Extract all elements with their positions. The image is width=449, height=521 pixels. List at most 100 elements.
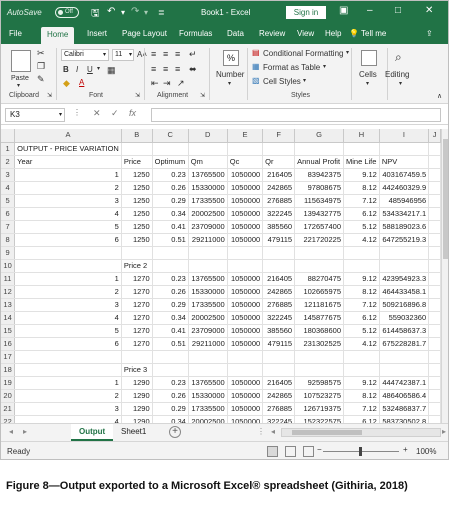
cell[interactable]: 0.23 <box>152 272 189 286</box>
cell[interactable]: 9.12 <box>343 272 380 286</box>
cell[interactable] <box>152 246 189 260</box>
cell[interactable]: 3 <box>14 298 122 312</box>
cells-icon[interactable] <box>361 50 377 66</box>
maximize-icon[interactable]: □ <box>395 5 401 16</box>
cell[interactable] <box>428 181 441 195</box>
borders-icon[interactable]: ▦ <box>107 65 116 76</box>
cell[interactable]: 444742387.1 <box>379 376 430 390</box>
cell[interactable]: 17335500 <box>188 194 228 208</box>
row-header[interactable]: 10 <box>1 259 16 273</box>
cell[interactable]: 0.23 <box>152 376 189 390</box>
align-right-icon[interactable]: ≡ <box>175 64 180 74</box>
cell[interactable]: 403167459.5 <box>379 168 430 182</box>
page-layout-view-icon[interactable] <box>285 446 296 457</box>
close-icon[interactable]: ✕ <box>425 5 433 16</box>
cell[interactable]: 1050000 <box>227 207 264 221</box>
cell[interactable] <box>428 220 441 234</box>
cell[interactable]: 7.12 <box>343 194 380 208</box>
cell[interactable]: 6 <box>14 233 122 247</box>
row-header[interactable]: 13 <box>1 298 16 312</box>
cell[interactable]: 8.12 <box>343 389 380 403</box>
conditional-formatting-button[interactable]: Conditional Formatting <box>263 49 343 58</box>
cell[interactable]: 97808675 <box>294 181 344 195</box>
row-header[interactable]: 7 <box>1 220 16 234</box>
chevron-down-icon[interactable]: ▾ <box>303 77 306 84</box>
cell[interactable]: 1250 <box>121 168 153 182</box>
cell[interactable]: 1250 <box>121 181 153 195</box>
cell[interactable]: 1250 <box>121 220 153 234</box>
cell[interactable]: Optimum <box>152 155 189 169</box>
cell[interactable]: 216405 <box>262 272 296 286</box>
cell[interactable] <box>294 363 344 377</box>
cell[interactable]: 588189023.6 <box>379 220 430 234</box>
bold-icon[interactable]: B <box>63 65 69 74</box>
cell[interactable]: 0.34 <box>152 207 189 221</box>
cell[interactable]: NPV <box>379 155 430 169</box>
cell[interactable]: 17335500 <box>188 298 228 312</box>
cell[interactable] <box>227 142 264 156</box>
cell[interactable]: 1050000 <box>227 324 264 338</box>
cell[interactable] <box>14 259 122 273</box>
cell[interactable]: Year <box>14 155 122 169</box>
cell[interactable]: 9.12 <box>343 168 380 182</box>
formula-input[interactable] <box>151 108 441 122</box>
row-header[interactable]: 20 <box>1 389 16 403</box>
cell[interactable] <box>121 350 153 364</box>
cell[interactable]: 2 <box>14 285 122 299</box>
column-header-f[interactable]: F <box>262 129 296 143</box>
cell[interactable]: 1290 <box>121 415 153 423</box>
cell[interactable]: 1050000 <box>227 337 264 351</box>
row-header[interactable]: 12 <box>1 285 16 299</box>
tab-help[interactable]: Help <box>325 29 341 38</box>
increase-font-icon[interactable]: A˄ <box>137 50 147 59</box>
cell[interactable]: 15330000 <box>188 285 228 299</box>
cell[interactable]: 121181675 <box>294 298 344 312</box>
cell[interactable] <box>152 142 189 156</box>
more-options-icon[interactable]: ⋮ <box>257 427 265 436</box>
cell[interactable] <box>152 259 189 273</box>
customize-toolbar-icon[interactable]: ≣ <box>158 8 165 17</box>
merge-icon[interactable]: ⬌ <box>189 64 197 75</box>
row-header[interactable]: 18 <box>1 363 16 377</box>
cell[interactable] <box>379 246 430 260</box>
cell[interactable]: 647255219.3 <box>379 233 430 247</box>
cell[interactable]: 115634975 <box>294 194 344 208</box>
cell[interactable]: Qc <box>227 155 264 169</box>
cell[interactable]: 1270 <box>121 311 153 325</box>
tab-page-layout[interactable]: Page Layout <box>122 29 167 38</box>
cell[interactable]: 423954923.3 <box>379 272 430 286</box>
cell[interactable]: 0.26 <box>152 389 189 403</box>
column-header-b[interactable]: B <box>121 129 153 143</box>
cell[interactable]: 1270 <box>121 298 153 312</box>
undo-dropdown-icon[interactable]: ▾ <box>121 8 125 17</box>
cell[interactable]: 23709000 <box>188 324 228 338</box>
row-header[interactable]: 22 <box>1 415 16 423</box>
cell[interactable]: 1050000 <box>227 402 264 416</box>
cell[interactable]: 20002500 <box>188 311 228 325</box>
cell[interactable]: 1050000 <box>227 298 264 312</box>
row-header[interactable]: 14 <box>1 311 16 325</box>
redo-dropdown-icon[interactable]: ▾ <box>144 8 148 17</box>
cell[interactable] <box>379 363 430 377</box>
cell[interactable]: 216405 <box>262 168 296 182</box>
cell[interactable]: 29211000 <box>188 233 228 247</box>
align-middle-icon[interactable]: ≡ <box>163 49 168 59</box>
cell[interactable]: 242865 <box>262 181 296 195</box>
cell[interactable]: Annual Profit <box>294 155 344 169</box>
cell[interactable]: 532486837.7 <box>379 402 430 416</box>
cell[interactable] <box>294 259 344 273</box>
percent-icon[interactable]: % <box>223 50 239 66</box>
align-bottom-icon[interactable]: ≡ <box>175 49 180 59</box>
alignment-launcher-icon[interactable]: ⇲ <box>200 92 205 99</box>
cell[interactable] <box>294 350 344 364</box>
cell[interactable]: 1050000 <box>227 181 264 195</box>
cell[interactable]: 276885 <box>262 298 296 312</box>
cell[interactable]: 8.12 <box>343 285 380 299</box>
cell[interactable]: 102665975 <box>294 285 344 299</box>
cell[interactable] <box>262 246 296 260</box>
cell[interactable]: 145877675 <box>294 311 344 325</box>
zoom-level[interactable]: 100% <box>416 447 436 456</box>
cell[interactable] <box>428 194 441 208</box>
editing-dropdown-icon[interactable]: ▾ <box>399 80 402 87</box>
cell[interactable] <box>188 363 228 377</box>
